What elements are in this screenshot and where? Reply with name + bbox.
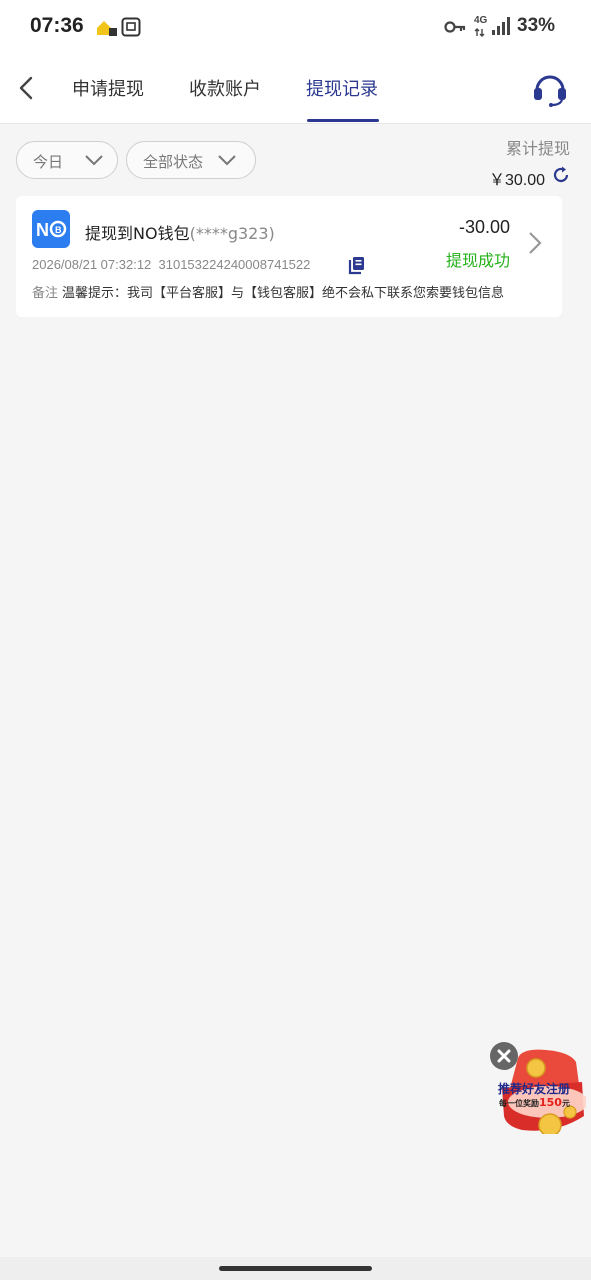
promo-subtitle-prefix: 每一位奖励 [499, 1099, 539, 1108]
date-filter-label: 今日 [33, 153, 64, 171]
battery-percentage: 33% [517, 15, 556, 36]
status-time: 07:36 [30, 14, 84, 37]
screenshot-notification-icon [121, 17, 141, 37]
chevron-down-icon [85, 155, 103, 166]
close-icon [497, 1049, 511, 1063]
data-arrows-icon [474, 28, 485, 37]
record-order-id: 310153224240008741522 [158, 257, 311, 272]
record-status: 提现成功 [445, 251, 510, 270]
record-amount: -30.00 [458, 217, 510, 237]
back-arrow-icon[interactable] [14, 74, 38, 102]
home-gesture-handle[interactable] [219, 1266, 372, 1271]
app-notification-icon [97, 21, 117, 36]
record-destination: 提现到NO钱包 [85, 224, 190, 243]
record-account-masked: (****g323) [189, 224, 275, 243]
copy-icon[interactable] [347, 255, 367, 275]
withdraw-record-card[interactable]: N B 提现到NO钱包(****g323) -30.00 提现成功 2026/0… [16, 196, 562, 317]
note-label: 备注 [32, 286, 59, 301]
active-tab-indicator [307, 119, 379, 122]
note-text: 温馨提示：我司【平台客服】与【钱包客服】绝不会私下联系您索要钱包信息 [62, 286, 505, 301]
top-nav: 申请提现 收款账户 提现记录 [0, 56, 591, 124]
system-nav-bar [0, 1257, 591, 1280]
record-note: 备注 温馨提示：我司【平台客服】与【钱包客服】绝不会私下联系您索要钱包信息 [32, 282, 522, 301]
record-title: 提现到NO钱包(****g323) [85, 220, 275, 244]
no-wallet-logo: N B [32, 210, 70, 248]
svg-text:B: B [55, 225, 62, 235]
tab-withdraw-records[interactable]: 提现记录 [306, 75, 378, 101]
referral-promo-widget[interactable]: 推荐好友注册 每一位奖励150元 [490, 1040, 588, 1136]
chevron-right-icon[interactable] [526, 230, 544, 256]
record-datetime: 2026/08/21 07:32:12 [32, 257, 152, 272]
status-bar: 07:36 4G 33% [0, 0, 591, 56]
customer-service-headset-icon[interactable] [531, 70, 569, 108]
total-withdrawn-amount: ￥30.00 [488, 172, 545, 189]
promo-subtitle: 每一位奖励150元 [499, 1096, 570, 1109]
promo-close-button[interactable] [490, 1042, 518, 1070]
no-wallet-logo-graphic: N B [36, 220, 67, 240]
tab-apply-withdraw[interactable]: 申请提现 [72, 75, 144, 101]
svg-text:N: N [36, 220, 49, 240]
promo-reward-amount: 150 [539, 1096, 562, 1109]
refresh-icon[interactable] [551, 165, 571, 185]
total-withdrawn-label: 累计提现 [505, 139, 570, 158]
status-filter-dropdown[interactable]: 全部状态 [126, 141, 256, 179]
record-meta: 2026/08/21 07:32:12 31015322424000874152… [32, 257, 310, 272]
promo-subtitle-suffix: 元 [561, 1099, 570, 1108]
chevron-down-icon [218, 155, 236, 166]
status-filter-label: 全部状态 [143, 153, 204, 171]
date-filter-dropdown[interactable]: 今日 [16, 141, 118, 179]
promo-title: 推荐好友注册 [498, 1082, 571, 1096]
tab-payment-accounts[interactable]: 收款账户 [189, 75, 261, 101]
signal-strength-icon [492, 17, 510, 35]
vpn-key-icon [444, 21, 466, 33]
